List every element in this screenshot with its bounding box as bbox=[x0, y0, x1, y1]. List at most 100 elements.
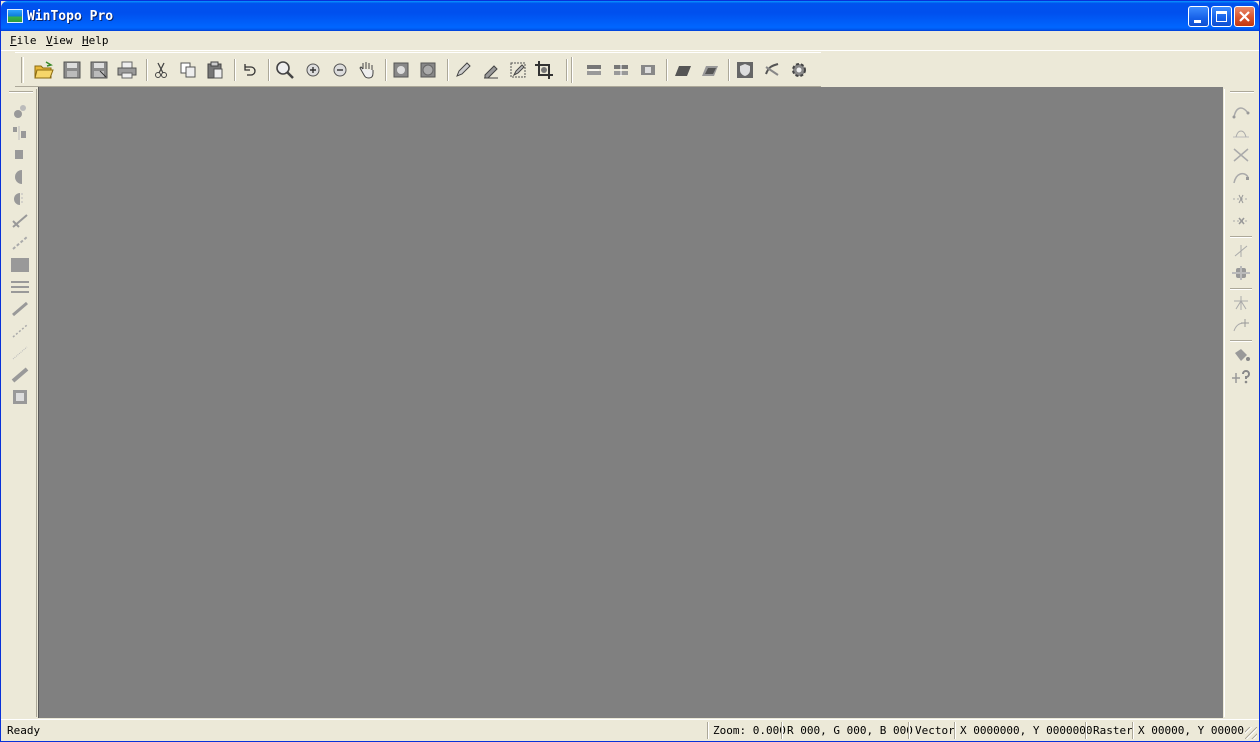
curve-plus-icon[interactable] bbox=[1231, 315, 1251, 335]
save-icon[interactable] bbox=[61, 59, 83, 81]
undo-icon[interactable] bbox=[238, 59, 260, 81]
polyline-icon[interactable] bbox=[10, 211, 30, 231]
curve-points-icon[interactable] bbox=[1231, 123, 1251, 143]
status-rgb: R 000, G 000, B 000 bbox=[787, 724, 913, 737]
status-zoom: Zoom: 0.000 bbox=[713, 724, 786, 737]
layers-icon[interactable] bbox=[699, 59, 721, 81]
skeleton-icon[interactable] bbox=[610, 59, 632, 81]
window-title: WinTopo Pro bbox=[27, 9, 114, 24]
workspace-canvas[interactable] bbox=[38, 87, 1223, 718]
status-vector-coords: X 0000000, Y 0000000 bbox=[960, 724, 1093, 737]
fit-view-icon[interactable] bbox=[390, 59, 412, 81]
zoom-in-icon[interactable] bbox=[302, 59, 324, 81]
zoom-icon[interactable] bbox=[274, 59, 296, 81]
right-tool-strip bbox=[1224, 89, 1257, 717]
lines-icon[interactable] bbox=[10, 277, 30, 297]
toolbar-separator bbox=[728, 59, 730, 81]
menu-help[interactable]: Help bbox=[82, 34, 109, 47]
menu-file[interactable]: File bbox=[10, 34, 37, 47]
menu-bar: File View Help bbox=[1, 31, 1259, 51]
right-strip-separator bbox=[1230, 340, 1252, 342]
thin-icon[interactable] bbox=[583, 59, 605, 81]
zoom-out-icon[interactable] bbox=[329, 59, 351, 81]
fill-icon[interactable] bbox=[10, 145, 30, 165]
main-toolbar bbox=[15, 52, 821, 87]
adjust-icon[interactable] bbox=[761, 59, 783, 81]
status-raster-coords: X 00000, Y 00000 bbox=[1138, 724, 1244, 737]
status-separator bbox=[954, 722, 956, 739]
open-folder-icon[interactable] bbox=[33, 59, 55, 81]
maximize-button[interactable] bbox=[1211, 6, 1232, 27]
plus-question-icon[interactable] bbox=[1231, 367, 1251, 387]
minimize-button[interactable] bbox=[1188, 6, 1209, 27]
square-icon[interactable] bbox=[10, 387, 30, 407]
actual-size-icon[interactable] bbox=[417, 59, 439, 81]
curve-icon[interactable] bbox=[1231, 101, 1251, 121]
close-icon bbox=[1239, 11, 1250, 22]
pencil-icon[interactable] bbox=[452, 59, 474, 81]
toolbar-separator bbox=[447, 59, 449, 81]
junction-icon[interactable] bbox=[1231, 263, 1251, 283]
resize-grip[interactable] bbox=[1245, 727, 1257, 739]
menu-view-label: iew bbox=[52, 34, 73, 47]
menu-view-mnemonic: V bbox=[46, 34, 53, 47]
status-separator bbox=[1085, 722, 1087, 739]
half-circle-icon[interactable] bbox=[10, 167, 30, 187]
rectangle-icon[interactable] bbox=[10, 255, 30, 275]
toolbar-separator bbox=[268, 59, 270, 81]
status-separator bbox=[908, 722, 910, 739]
status-separator bbox=[781, 722, 783, 739]
menu-help-label: elp bbox=[88, 34, 109, 47]
menu-file-mnemonic: F bbox=[10, 34, 17, 47]
thick-line-icon[interactable] bbox=[10, 365, 30, 385]
copy-icon[interactable] bbox=[177, 59, 199, 81]
toolbar-separator bbox=[146, 59, 148, 81]
left-strip-grip[interactable] bbox=[9, 91, 33, 93]
toolbar-grip-secondary[interactable] bbox=[571, 57, 573, 83]
title-bar[interactable]: WinTopo Pro bbox=[1, 1, 1259, 31]
bucket-icon[interactable] bbox=[1231, 345, 1251, 365]
print-icon[interactable] bbox=[116, 59, 138, 81]
mirror-icon[interactable] bbox=[10, 189, 30, 209]
pan-hand-icon[interactable] bbox=[356, 59, 378, 81]
layer-icon[interactable] bbox=[672, 59, 694, 81]
split-icon[interactable] bbox=[10, 123, 30, 143]
menu-help-mnemonic: H bbox=[82, 34, 89, 47]
crosshair-icon[interactable] bbox=[1231, 241, 1251, 261]
branch-icon[interactable] bbox=[1231, 293, 1251, 313]
shield-icon[interactable] bbox=[734, 59, 756, 81]
dashed-cross-icon[interactable] bbox=[1231, 189, 1251, 209]
left-tool-strip bbox=[4, 89, 37, 717]
right-strip-separator bbox=[1230, 236, 1252, 238]
toolbar-separator bbox=[566, 59, 568, 81]
menu-file-label: ile bbox=[16, 34, 37, 47]
pen-line-icon[interactable] bbox=[10, 299, 30, 319]
save-as-icon[interactable] bbox=[88, 59, 110, 81]
crop-icon[interactable] bbox=[533, 59, 555, 81]
menu-view[interactable]: View bbox=[46, 34, 73, 47]
vectorize-icon[interactable] bbox=[637, 59, 659, 81]
right-strip-grip[interactable] bbox=[1230, 91, 1254, 93]
toolbar-separator bbox=[666, 59, 668, 81]
right-strip-separator bbox=[1230, 288, 1252, 290]
dashed-line-icon[interactable] bbox=[10, 233, 30, 253]
paste-icon[interactable] bbox=[204, 59, 226, 81]
edit-region-icon[interactable] bbox=[507, 59, 529, 81]
node-icon[interactable] bbox=[10, 101, 30, 121]
curve-nodes-icon[interactable] bbox=[1231, 167, 1251, 187]
toolbar-separator bbox=[385, 59, 387, 81]
toolbar-grip[interactable] bbox=[21, 57, 24, 83]
dashed-x-icon[interactable] bbox=[1231, 211, 1251, 231]
app-window: WinTopo Pro File View Help Ready Zoom: 0… bbox=[0, 0, 1260, 742]
status-separator bbox=[707, 722, 709, 739]
app-logo-icon bbox=[7, 9, 23, 23]
dotted-line-icon[interactable] bbox=[10, 321, 30, 341]
dot-line-icon[interactable] bbox=[10, 343, 30, 363]
eraser-icon[interactable] bbox=[480, 59, 502, 81]
close-button[interactable] bbox=[1234, 6, 1255, 27]
status-ready: Ready bbox=[7, 724, 41, 737]
cross-lines-icon[interactable] bbox=[1231, 145, 1251, 165]
status-bar: Ready Zoom: 0.000 R 000, G 000, B 000 Ve… bbox=[1, 719, 1259, 741]
settings-gear-icon[interactable] bbox=[788, 59, 810, 81]
cut-icon[interactable] bbox=[150, 59, 172, 81]
